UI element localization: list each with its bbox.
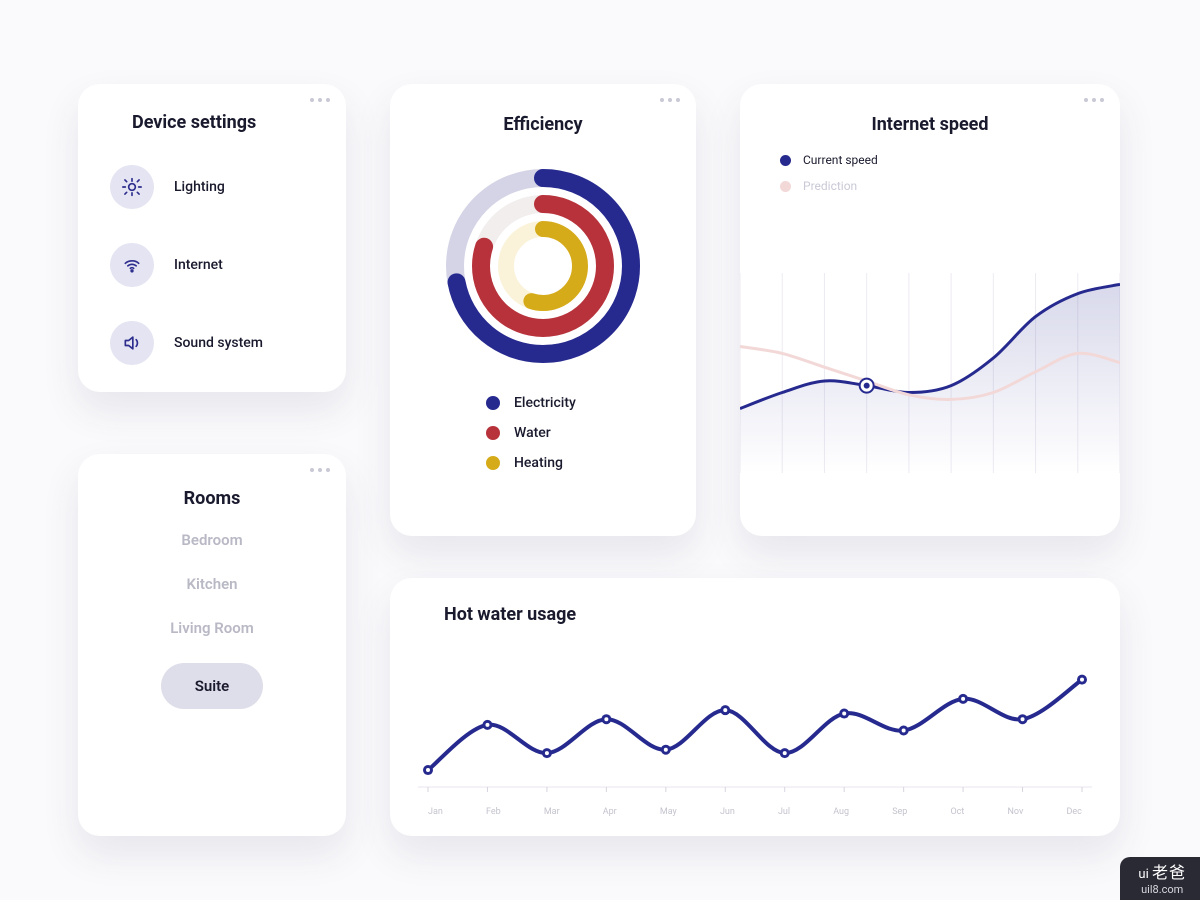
efficiency-chart (418, 161, 668, 371)
internet-speed-chart (740, 233, 1120, 487)
hot-water-chart (418, 629, 1092, 803)
x-axis-tick: Nov (1007, 807, 1023, 817)
legend-label: Electricity (514, 395, 576, 411)
device-item-internet[interactable]: Internet (104, 233, 320, 297)
more-icon[interactable] (310, 98, 330, 102)
room-item-kitchen[interactable]: Kitchen (186, 575, 237, 593)
x-axis-tick: Feb (486, 807, 501, 817)
watermark-prefix: ui (1138, 867, 1148, 882)
watermark-brand: 老爸 (1152, 863, 1186, 882)
legend-dot-icon (486, 396, 500, 410)
legend-dot-icon (486, 456, 500, 470)
efficiency-legend: Electricity Water Heating (418, 395, 668, 471)
device-item-label: Sound system (174, 335, 263, 351)
watermark: ui 老爸 uil8.com (1120, 857, 1200, 900)
legend-item-prediction: Prediction (780, 179, 1120, 193)
x-axis-tick: May (660, 807, 677, 817)
more-icon[interactable] (1084, 98, 1104, 102)
legend-label: Prediction (803, 179, 857, 193)
internet-speed-legend: Current speed Prediction (740, 153, 1120, 193)
legend-item-electricity: Electricity (486, 395, 668, 411)
efficiency-card: Efficiency Electricity Water Heating (390, 84, 696, 536)
legend-dot-icon (780, 181, 791, 192)
hot-water-title: Hot water usage (444, 604, 1092, 625)
device-item-label: Internet (174, 257, 223, 273)
room-item-bedroom[interactable]: Bedroom (181, 531, 242, 549)
wifi-icon (110, 243, 154, 287)
room-item-suite[interactable]: Suite (161, 663, 264, 709)
device-item-lighting[interactable]: Lighting (104, 155, 320, 219)
x-axis-tick: Jul (778, 807, 790, 817)
more-icon[interactable] (660, 98, 680, 102)
legend-label: Water (514, 425, 551, 441)
x-axis-tick: Sep (892, 807, 907, 817)
rooms-title: Rooms (104, 488, 320, 509)
room-item-living-room[interactable]: Living Room (170, 619, 254, 637)
device-settings-card: Device settings Lighting Internet Sound … (78, 84, 346, 392)
legend-label: Current speed (803, 153, 878, 167)
speaker-icon (110, 321, 154, 365)
legend-item-water: Water (486, 425, 668, 441)
legend-label: Heating (514, 455, 563, 471)
hot-water-x-axis: Jan Feb Mar Apr May Jun Jul Aug Sep Oct Nov Dec (418, 807, 1092, 817)
legend-item-current-speed: Current speed (780, 153, 1120, 167)
x-axis-tick: Oct (950, 807, 964, 817)
device-item-sound-system[interactable]: Sound system (104, 311, 320, 375)
more-icon[interactable] (310, 468, 330, 472)
lightbulb-icon (110, 165, 154, 209)
x-axis-tick: Mar (544, 807, 560, 817)
legend-dot-icon (780, 155, 791, 166)
rooms-card: Rooms Bedroom Kitchen Living Room Suite (78, 454, 346, 836)
legend-item-heating: Heating (486, 455, 668, 471)
x-axis-tick: Jan (428, 807, 443, 817)
device-settings-list: Lighting Internet Sound system (104, 155, 320, 375)
hot-water-card: Hot water usage Jan Feb Mar Apr May Jun Jul Aug… (390, 578, 1120, 836)
x-axis-tick: Dec (1066, 807, 1081, 817)
x-axis-tick: Aug (833, 807, 849, 817)
internet-speed-card: Internet speed Current speed Prediction (740, 84, 1120, 536)
device-item-label: Lighting (174, 179, 225, 195)
rooms-list: Bedroom Kitchen Living Room Suite (104, 531, 320, 709)
efficiency-title: Efficiency (418, 114, 668, 135)
device-settings-title: Device settings (132, 112, 320, 133)
x-axis-tick: Jun (720, 807, 735, 817)
internet-speed-title: Internet speed (740, 114, 1120, 135)
x-axis-tick: Apr (603, 807, 617, 817)
watermark-url: uil8.com (1138, 883, 1186, 896)
legend-dot-icon (486, 426, 500, 440)
